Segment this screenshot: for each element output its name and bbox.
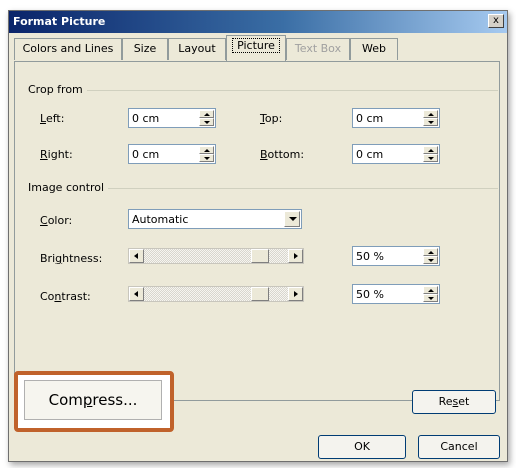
crop-left-label: Left: — [40, 112, 65, 125]
tab-strip: Colors and Lines Size Layout Picture Tex… — [14, 35, 484, 62]
crop-left-spinner[interactable]: 0 cm — [128, 108, 216, 128]
crop-right-up-icon[interactable] — [199, 146, 214, 154]
crop-top-value[interactable]: 0 cm — [356, 112, 383, 125]
contrast-value[interactable]: 50 % — [356, 288, 384, 301]
contrast-label: Contrast: — [40, 290, 91, 303]
crop-top-up-icon[interactable] — [423, 110, 438, 118]
crop-left-down-icon[interactable] — [199, 118, 214, 126]
crop-top-spinner[interactable]: 0 cm — [352, 108, 440, 128]
brightness-slider-thumb[interactable] — [251, 249, 269, 263]
reset-button[interactable]: Reset — [412, 390, 496, 414]
tab-text-box: Text Box — [286, 38, 350, 60]
contrast-spinner[interactable]: 50 % — [352, 284, 440, 304]
brightness-slider[interactable] — [128, 248, 304, 264]
crop-bottom-spinner[interactable]: 0 cm — [352, 144, 440, 164]
crop-top-label: Top: — [260, 112, 283, 125]
close-button[interactable]: x — [488, 14, 504, 28]
ok-button[interactable]: OK — [318, 435, 406, 459]
crop-right-down-icon[interactable] — [199, 154, 214, 162]
title-bar[interactable]: Format Picture x — [9, 11, 507, 33]
tab-picture[interactable]: Picture — [226, 35, 286, 61]
contrast-left-arrow-icon[interactable] — [129, 287, 144, 301]
color-value: Automatic — [132, 213, 189, 226]
crop-bottom-down-icon[interactable] — [423, 154, 438, 162]
crop-right-value[interactable]: 0 cm — [132, 148, 159, 161]
crop-left-up-icon[interactable] — [199, 110, 214, 118]
chevron-down-icon[interactable] — [284, 211, 300, 227]
cancel-button[interactable]: Cancel — [418, 435, 500, 459]
tab-size[interactable]: Size — [122, 38, 168, 60]
brightness-right-arrow-icon[interactable] — [288, 249, 303, 263]
close-icon: x — [493, 15, 499, 26]
crop-left-value[interactable]: 0 cm — [132, 112, 159, 125]
crop-top-down-icon[interactable] — [423, 118, 438, 126]
crop-bottom-label: Bottom: — [260, 148, 305, 161]
tab-colors-and-lines[interactable]: Colors and Lines — [14, 38, 122, 60]
tab-web[interactable]: Web — [350, 38, 398, 60]
brightness-spinner[interactable]: 50 % — [352, 246, 440, 266]
color-label: Color: — [40, 214, 73, 227]
contrast-down-icon[interactable] — [423, 294, 438, 302]
image-control-group-label: Image control — [28, 181, 109, 194]
contrast-right-arrow-icon[interactable] — [288, 287, 303, 301]
brightness-down-icon[interactable] — [423, 256, 438, 264]
tab-layout[interactable]: Layout — [168, 38, 226, 60]
compress-button[interactable]: Compress... — [24, 380, 162, 420]
contrast-slider[interactable] — [128, 286, 304, 302]
crop-bottom-up-icon[interactable] — [423, 146, 438, 154]
dialog-title: Format Picture — [13, 15, 106, 28]
crop-bottom-value[interactable]: 0 cm — [356, 148, 383, 161]
brightness-up-icon[interactable] — [423, 248, 438, 256]
color-dropdown[interactable]: Automatic — [128, 209, 302, 229]
crop-right-label: Right: — [40, 148, 73, 161]
brightness-left-arrow-icon[interactable] — [129, 249, 144, 263]
crop-group-label: Crop from — [28, 83, 87, 96]
contrast-up-icon[interactable] — [423, 286, 438, 294]
contrast-slider-thumb[interactable] — [251, 287, 269, 301]
brightness-value[interactable]: 50 % — [356, 250, 384, 263]
crop-right-spinner[interactable]: 0 cm — [128, 144, 216, 164]
brightness-label: Brightness: — [40, 252, 103, 265]
crop-group-divider — [28, 90, 498, 91]
